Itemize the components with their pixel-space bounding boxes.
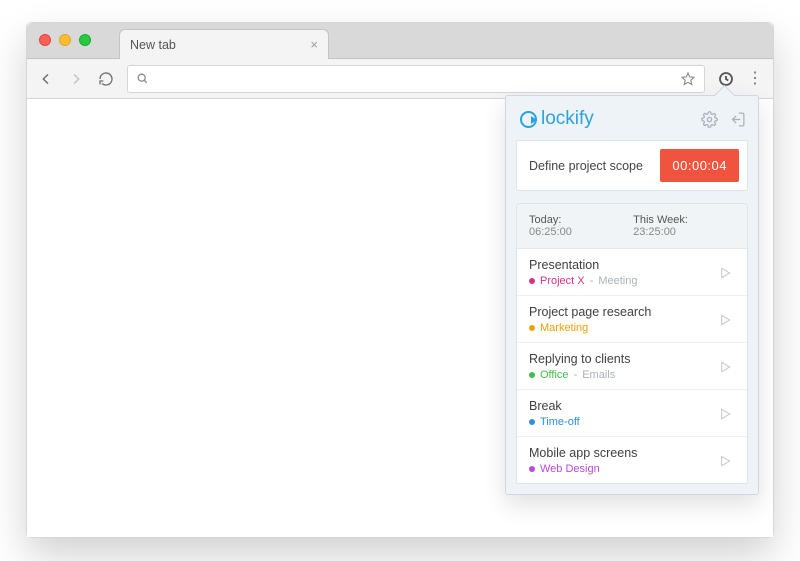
minimize-window-icon[interactable] bbox=[59, 34, 71, 46]
entry-project: Time-off bbox=[540, 416, 580, 428]
close-tab-icon[interactable]: × bbox=[310, 37, 318, 52]
bookmark-star-icon[interactable] bbox=[680, 71, 696, 87]
entries-card: Today: 06:25:00 This Week: 23:25:00 Pres… bbox=[516, 203, 748, 484]
time-summary: Today: 06:25:00 This Week: 23:25:00 bbox=[517, 204, 747, 249]
entry-title: Presentation bbox=[529, 258, 715, 272]
timer-description[interactable]: Define project scope bbox=[529, 159, 660, 173]
browser-tab[interactable]: New tab × bbox=[119, 29, 329, 59]
time-entry[interactable]: Mobile app screens Web Design bbox=[517, 437, 747, 483]
play-icon[interactable] bbox=[715, 263, 735, 283]
entry-project: Office bbox=[540, 369, 569, 381]
project-color-dot bbox=[529, 419, 535, 425]
maximize-window-icon[interactable] bbox=[79, 34, 91, 46]
window-controls bbox=[39, 34, 91, 46]
play-icon[interactable] bbox=[715, 404, 735, 424]
project-color-dot bbox=[529, 325, 535, 331]
entry-title: Break bbox=[529, 399, 715, 413]
time-entry[interactable]: Project page research Marketing bbox=[517, 296, 747, 343]
logout-icon[interactable] bbox=[728, 110, 746, 128]
play-icon[interactable] bbox=[715, 357, 735, 377]
clockify-mark-icon bbox=[520, 111, 537, 128]
week-label: This Week: bbox=[633, 214, 688, 226]
time-entry[interactable]: Replying to clients Office-Emails bbox=[517, 343, 747, 390]
project-color-dot bbox=[529, 372, 535, 378]
entry-project: Marketing bbox=[540, 322, 588, 334]
entry-title: Mobile app screens bbox=[529, 446, 715, 460]
play-icon[interactable] bbox=[715, 310, 735, 330]
close-window-icon[interactable] bbox=[39, 34, 51, 46]
entry-task-separator: - bbox=[590, 275, 594, 287]
entry-task-separator: - bbox=[574, 369, 578, 381]
today-value: 06:25:00 bbox=[529, 226, 572, 238]
tab-title: New tab bbox=[130, 38, 176, 52]
time-entry[interactable]: Presentation Project X-Meeting bbox=[517, 249, 747, 296]
entry-project: Web Design bbox=[540, 463, 600, 475]
play-icon[interactable] bbox=[715, 451, 735, 471]
entry-task: Meeting bbox=[598, 275, 637, 287]
today-label: Today: bbox=[529, 214, 561, 226]
address-input[interactable] bbox=[155, 71, 674, 86]
reload-button[interactable] bbox=[97, 71, 115, 87]
back-button[interactable] bbox=[37, 71, 55, 87]
week-value: 23:25:00 bbox=[633, 226, 676, 238]
entry-task: Emails bbox=[582, 369, 615, 381]
entry-title: Replying to clients bbox=[529, 352, 715, 366]
settings-icon[interactable] bbox=[700, 110, 718, 128]
popup-header: lockify bbox=[506, 96, 758, 140]
search-icon bbox=[136, 72, 149, 85]
tab-strip: New tab × bbox=[27, 23, 773, 59]
browser-menu-icon[interactable]: ⋮ bbox=[747, 71, 763, 87]
clockify-popup: lockify Define project scope 00:00:04 To… bbox=[505, 95, 759, 495]
entry-project: Project X bbox=[540, 275, 585, 287]
timer-stop-button[interactable]: 00:00:04 bbox=[660, 149, 739, 182]
project-color-dot bbox=[529, 278, 535, 284]
brand-text: lockify bbox=[541, 108, 594, 130]
project-color-dot bbox=[529, 466, 535, 472]
browser-window: New tab × ⋮ bbox=[26, 22, 774, 538]
toolbar: ⋮ bbox=[27, 59, 773, 99]
timer-card: Define project scope 00:00:04 bbox=[516, 140, 748, 191]
time-entry[interactable]: Break Time-off bbox=[517, 390, 747, 437]
address-bar[interactable] bbox=[127, 65, 705, 93]
forward-button[interactable] bbox=[67, 71, 85, 87]
clockify-extension-icon[interactable] bbox=[717, 70, 735, 88]
clockify-logo: lockify bbox=[520, 108, 594, 130]
entry-title: Project page research bbox=[529, 305, 715, 319]
